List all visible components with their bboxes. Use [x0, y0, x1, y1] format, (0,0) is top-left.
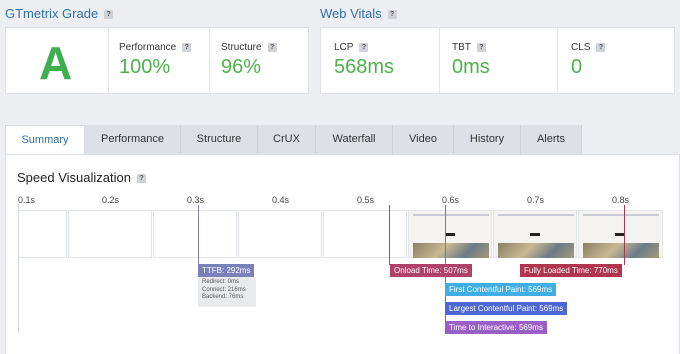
structure-value: 96% [221, 56, 262, 78]
cls-value: 0 [571, 56, 583, 78]
ttfb-label[interactable]: TTFB: 292ms [198, 264, 255, 277]
ttfb-details: Redirect: 0ms Connect: 216ms Backend: 76… [198, 277, 256, 307]
tick-label: 0.4s [272, 195, 290, 205]
screenshot-header [498, 214, 574, 216]
filmstrip-frame [323, 210, 407, 258]
tab-performance[interactable]: Performance [85, 125, 181, 154]
filmstrip-frame [153, 210, 237, 258]
help-icon[interactable]: ? [136, 174, 146, 184]
screenshot-image [583, 243, 659, 258]
cls-label-text: CLS [571, 42, 591, 53]
tbt-value: 0ms [452, 56, 490, 78]
speed-visualization-title: Speed Visualization? [17, 170, 146, 185]
divider [439, 28, 440, 93]
structure-label-text: Structure [221, 42, 262, 53]
screenshot-header [583, 214, 659, 216]
filmstrip-frame-screenshot [578, 210, 663, 258]
help-icon[interactable]: ? [596, 42, 606, 52]
tab-summary[interactable]: Summary [5, 125, 85, 155]
filmstrip-frame [238, 210, 322, 258]
fully-loaded-time-label[interactable]: Fully Loaded Time: 770ms [520, 264, 622, 277]
help-icon[interactable]: ? [387, 10, 397, 20]
filmstrip-frame [18, 210, 67, 258]
ttfb-backend: Backend: 76ms [202, 294, 244, 300]
web-vitals-title-text: Web Vitals [320, 6, 382, 21]
structure-label: Structure? [221, 42, 277, 53]
ttfb-marker [198, 205, 199, 265]
tick-label: 0.5s [357, 195, 375, 205]
lcp-value: 568ms [334, 56, 395, 78]
help-icon[interactable]: ? [267, 42, 277, 52]
performance-label: Performance? [119, 42, 192, 53]
tab-waterfall[interactable]: Waterfall [316, 125, 393, 154]
performance-label-text: Performance [119, 42, 177, 53]
divider [209, 28, 210, 93]
tbt-label: TBT? [452, 42, 486, 53]
gtmetrix-grade-title-text: GTmetrix Grade [5, 6, 99, 21]
filmstrip-frame-screenshot [408, 210, 492, 258]
screenshot-image [413, 243, 489, 258]
speed-visualization-title-text: Speed Visualization [17, 170, 131, 185]
gtmetrix-grade-title: GTmetrix Grade? [5, 6, 114, 21]
tick-label: 0.7s [527, 195, 545, 205]
screenshot-header [413, 214, 489, 216]
performance-value: 100% [119, 56, 171, 78]
divider [108, 28, 109, 93]
lcp-label: LCP? [334, 42, 369, 53]
cls-label: CLS? [571, 42, 606, 53]
help-icon[interactable]: ? [359, 42, 369, 52]
screenshot-button [445, 233, 455, 236]
onload-time-label[interactable]: Onload Time: 507ms [390, 264, 472, 277]
tick-label: 0.1s [18, 195, 36, 205]
largest-contentful-paint-label[interactable]: Largest Contentful Paint: 569ms [445, 302, 568, 315]
help-icon[interactable]: ? [476, 42, 486, 52]
tab-crux[interactable]: CrUX [258, 125, 316, 154]
tick-label: 0.3s [187, 195, 205, 205]
onload-marker [389, 205, 390, 265]
first-contentful-paint-label[interactable]: First Contentful Paint: 569ms [445, 283, 557, 296]
screenshot-button [530, 233, 540, 236]
grade-letter: A [39, 37, 73, 89]
tick-label: 0.2s [102, 195, 120, 205]
ttfb-redirect: Redirect: 0ms [202, 279, 240, 285]
time-to-interactive-label[interactable]: Time to Interactive: 569ms [445, 321, 547, 334]
filmstrip-frame-screenshot [493, 210, 577, 258]
tab-history[interactable]: History [454, 125, 521, 154]
web-vitals-card: LCP? 568ms TBT? 0ms CLS? 0 [320, 27, 675, 94]
help-icon[interactable]: ? [182, 42, 192, 52]
tab-structure[interactable]: Structure [181, 125, 258, 154]
tick-label: 0.6s [442, 195, 460, 205]
lcp-label-text: LCP [334, 42, 354, 53]
ttfb-connect: Connect: 216ms [202, 286, 246, 293]
web-vitals-title: Web Vitals? [320, 6, 397, 21]
screenshot-image [498, 243, 574, 258]
tick-label: 0.8s [612, 195, 630, 205]
tab-alerts[interactable]: Alerts [521, 125, 582, 154]
divider [557, 28, 558, 93]
grade-card: A Performance? 100% Structure? 96% [5, 27, 309, 94]
tbt-label-text: TBT [452, 42, 471, 53]
tab-video[interactable]: Video [393, 125, 454, 154]
fully-loaded-marker [624, 205, 625, 265]
timeline-axis [18, 203, 19, 333]
filmstrip-frame [68, 210, 152, 258]
help-icon[interactable]: ? [104, 10, 114, 20]
